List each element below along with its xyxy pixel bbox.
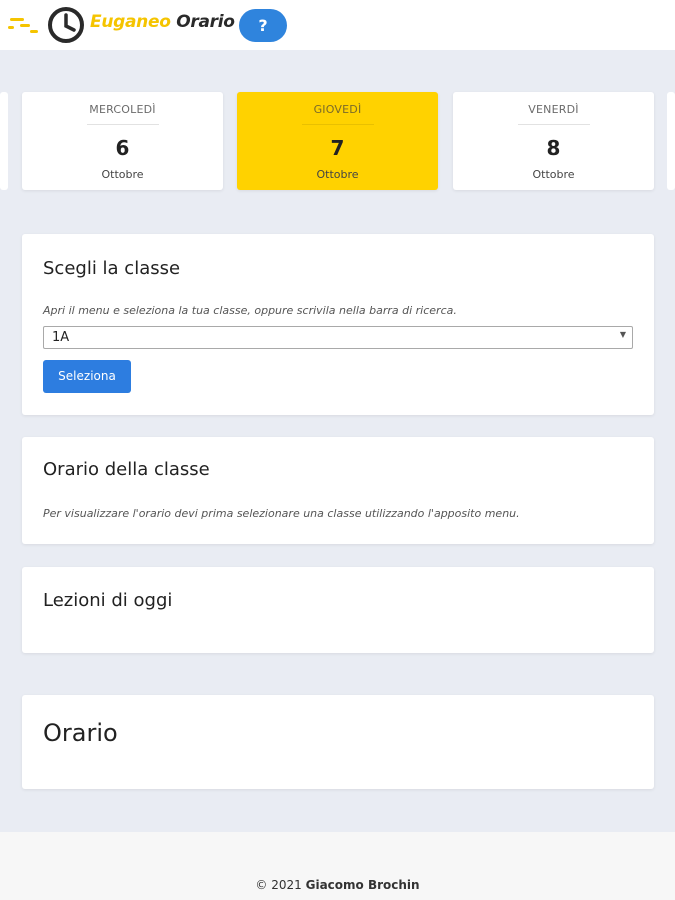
day-name: GIOVEDÌ [313, 103, 362, 116]
select-class-button[interactable]: Seleziona [43, 360, 131, 393]
brand-part2: Orario [176, 12, 235, 32]
copyright-prefix: © 2021 [255, 878, 302, 892]
page-footer: © 2021 Giacomo Brochin [0, 832, 675, 900]
day-card-prev-stub[interactable] [0, 92, 8, 190]
orario-panel: Orario [22, 695, 654, 789]
day-number: 7 [330, 136, 345, 160]
day-card-active[interactable]: GIOVEDÌ 7 Ottobre [237, 92, 438, 190]
day-month: Ottobre [316, 168, 359, 181]
author-name[interactable]: Giacomo Brochin [306, 878, 420, 892]
day-month: Ottobre [101, 168, 144, 181]
panel-title: Scegli la classe [43, 258, 181, 279]
panel-description: Per visualizzare l'orario devi prima sel… [43, 507, 520, 520]
app-header: Euganeo Orario ? [0, 0, 675, 50]
day-divider [301, 124, 374, 125]
day-name: VENERDÌ [528, 103, 579, 116]
class-select-dropdown[interactable]: 1A ▼ [43, 326, 633, 349]
day-number: 8 [546, 136, 561, 160]
day-card[interactable]: MERCOLEDÌ 6 Ottobre [22, 92, 223, 190]
class-select-panel: Scegli la classe Apri il menu e selezion… [22, 234, 654, 415]
panel-title: Lezioni di oggi [43, 590, 173, 611]
day-card[interactable]: VENERDÌ 8 Ottobre [453, 92, 654, 190]
copyright-text: © 2021 Giacomo Brochin [0, 878, 675, 892]
dropdown-arrow-icon: ▼ [619, 330, 626, 339]
today-lessons-panel: Lezioni di oggi [22, 567, 654, 653]
day-name: MERCOLEDÌ [89, 103, 156, 116]
day-card-next-stub[interactable] [667, 92, 675, 190]
brand-title[interactable]: Euganeo Orario [90, 12, 235, 32]
class-select-value: 1A [52, 330, 70, 345]
panel-title: Orario [43, 719, 118, 747]
day-divider [517, 124, 590, 125]
class-schedule-panel: Orario della classe Per visualizzare l'o… [22, 437, 654, 544]
clock-logo-icon[interactable] [6, 4, 90, 46]
day-number: 6 [115, 136, 130, 160]
help-button[interactable]: ? [239, 9, 287, 42]
day-divider [86, 124, 159, 125]
panel-description: Apri il menu e seleziona la tua classe, … [43, 304, 457, 317]
day-month: Ottobre [532, 168, 575, 181]
panel-title: Orario della classe [43, 459, 210, 480]
brand-part1: Euganeo [90, 12, 171, 32]
